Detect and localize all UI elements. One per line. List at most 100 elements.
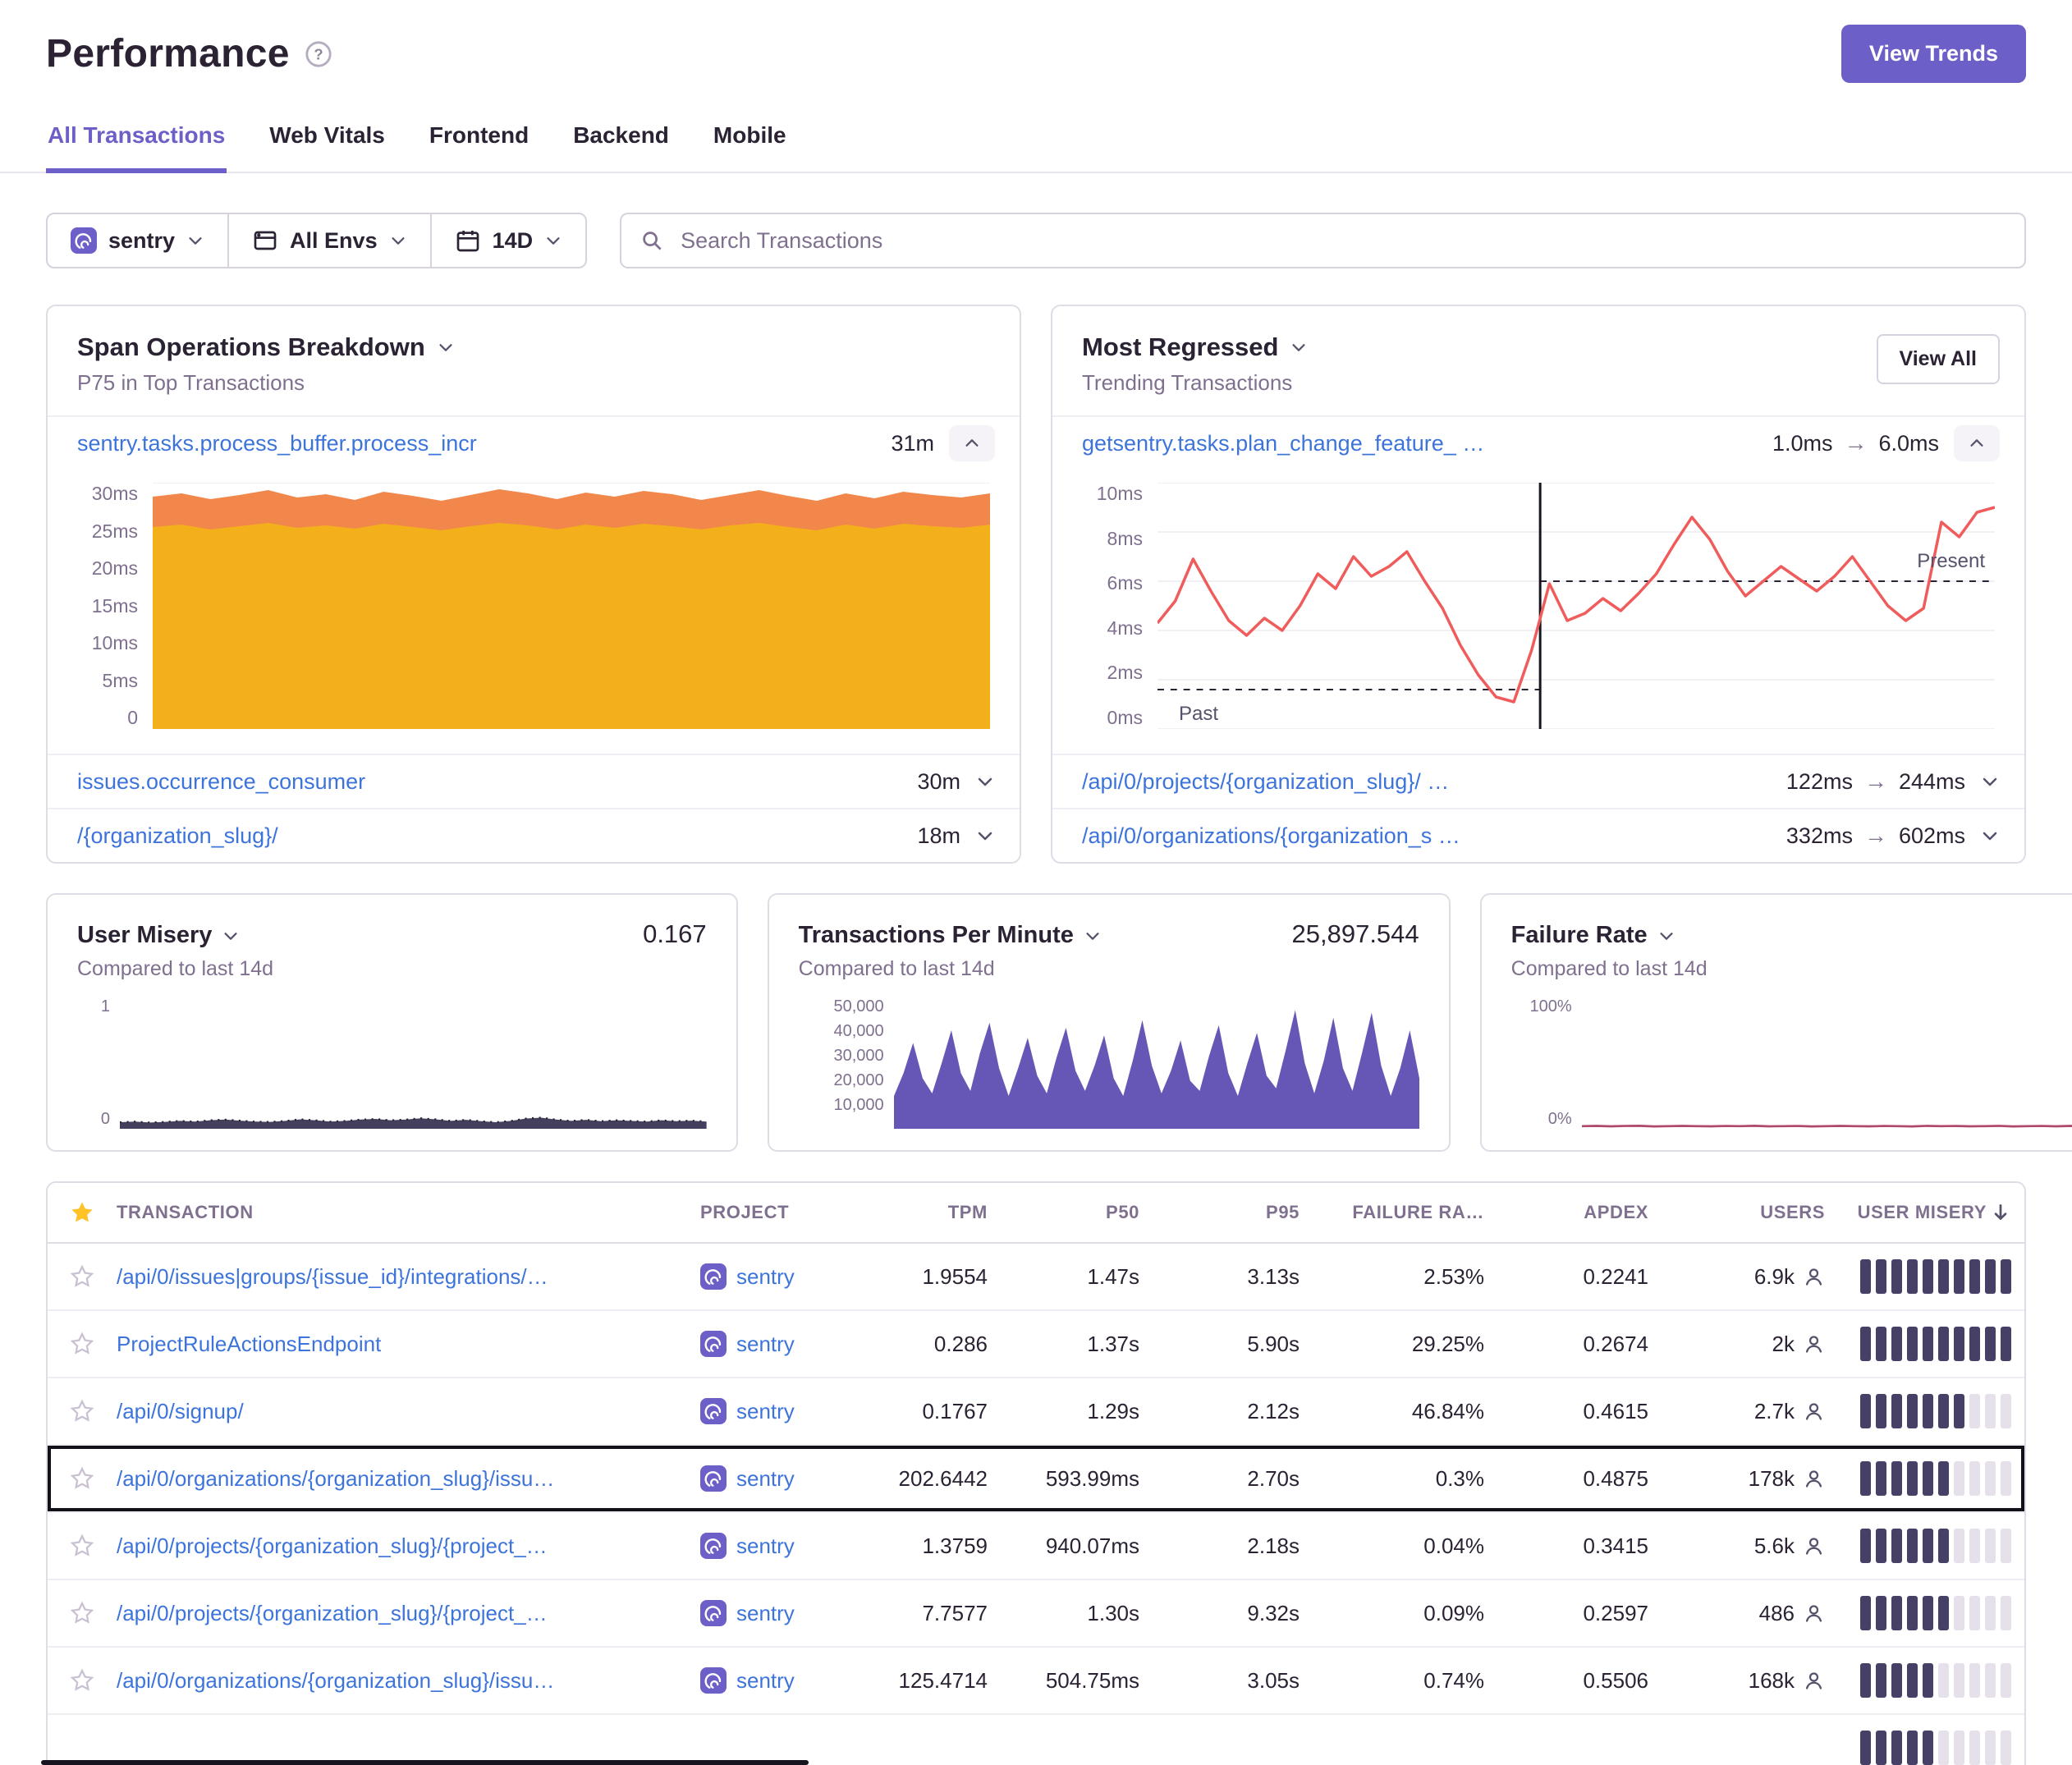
tab-bar: All Transactions Web Vitals Frontend Bac… [0, 108, 2072, 173]
p50-value: 940.07ms [996, 1533, 1148, 1559]
user-misery-title-dropdown[interactable]: User Misery [77, 922, 240, 949]
collapse-button[interactable] [1954, 425, 2000, 461]
most-regressed-title-dropdown[interactable]: Most Regressed [1082, 332, 1995, 362]
view-trends-button[interactable]: View Trends [1841, 25, 2026, 83]
help-icon[interactable]: ? [305, 40, 332, 68]
col-transaction[interactable]: TRANSACTION [117, 1202, 700, 1223]
regressed-transaction-link[interactable]: /api/0/organizations/{organization_s … [1082, 823, 1460, 849]
tab-web-vitals[interactable]: Web Vitals [268, 108, 387, 172]
span-ops-chart[interactable] [153, 483, 990, 729]
span-op-link[interactable]: /{organization_slug}/ [77, 823, 278, 849]
project-link[interactable]: sentry [736, 1332, 795, 1357]
failure-rate-title-dropdown[interactable]: Failure Rate [1511, 922, 1675, 949]
table-row[interactable]: ProjectRuleActionsEndpoint sentry 0.286 … [48, 1311, 2024, 1378]
favorite-star-icon[interactable] [70, 1332, 94, 1356]
col-p95[interactable]: P95 [1148, 1202, 1308, 1223]
user-misery-chart[interactable] [120, 997, 707, 1129]
collapse-button[interactable] [949, 425, 995, 461]
regressed-transaction-link[interactable]: /api/0/projects/{organization_slug}/ … [1082, 769, 1449, 795]
favorite-star-icon[interactable] [70, 1533, 94, 1558]
view-all-button[interactable]: View All [1877, 334, 2000, 384]
table-row[interactable]: /api/0/projects/{organization_slug}/{pro… [48, 1580, 2024, 1648]
page-filter-bar: sentry All Envs 14D [46, 213, 587, 268]
tpm-value: 125.4714 [873, 1668, 996, 1694]
regressed-transaction-link[interactable]: getsentry.tasks.plan_change_feature_ … [1082, 431, 1484, 456]
failure-rate-value: 29.25% [1308, 1332, 1492, 1357]
span-op-link[interactable]: sentry.tasks.process_buffer.process_incr [77, 431, 477, 456]
favorite-star-icon[interactable] [70, 1668, 94, 1693]
col-apdex[interactable]: APDEX [1492, 1202, 1657, 1223]
tab-all-transactions[interactable]: All Transactions [46, 108, 227, 173]
arrow-right-icon: → [1844, 430, 1867, 456]
transaction-link[interactable]: /api/0/organizations/{organization_slug}… [117, 1668, 554, 1694]
col-user-misery[interactable]: USER MISERY [1833, 1202, 2024, 1223]
table-row[interactable]: /api/0/organizations/{organization_slug}… [48, 1446, 2024, 1513]
project-link[interactable]: sentry [736, 1399, 795, 1424]
users-count: 486 [1759, 1601, 1795, 1626]
failure-rate-chart[interactable] [1582, 997, 2072, 1129]
table-row[interactable]: /api/0/signup/ sentry 0.1767 1.29s 2.12s… [48, 1378, 2024, 1446]
transactions-table: TRANSACTION PROJECT TPM P50 P95 FAILURE … [46, 1181, 2026, 1765]
chevron-up-icon [1968, 434, 1986, 452]
sentry-project-icon [700, 1398, 727, 1424]
apdex-value: 0.4875 [1492, 1466, 1657, 1492]
transaction-link[interactable]: /api/0/signup/ [117, 1399, 244, 1424]
most-regressed-chart[interactable] [1157, 483, 1995, 729]
chevron-down-icon[interactable] [1980, 826, 2000, 846]
user-misery-card: User Misery 0.167 Compared to last 14d 1… [46, 893, 738, 1152]
p95-value: 5.90s [1148, 1332, 1308, 1357]
chevron-down-icon[interactable] [975, 826, 995, 846]
table-header: TRANSACTION PROJECT TPM P50 P95 FAILURE … [48, 1183, 2024, 1244]
sentry-project-icon [700, 1600, 727, 1626]
table-row[interactable]: /api/0/organizations/{organization_slug}… [48, 1648, 2024, 1715]
users-count: 6.9k [1754, 1264, 1795, 1290]
apdex-value: 0.3415 [1492, 1533, 1657, 1559]
favorite-star-icon[interactable] [70, 1601, 94, 1625]
transaction-link[interactable]: /api/0/projects/{organization_slug}/{pro… [117, 1533, 548, 1559]
transaction-link[interactable]: ProjectRuleActionsEndpoint [117, 1332, 381, 1357]
project-link[interactable]: sentry [736, 1533, 795, 1559]
tab-mobile[interactable]: Mobile [712, 108, 788, 172]
user-icon [1803, 1670, 1825, 1692]
favorite-star-icon[interactable] [70, 1466, 94, 1491]
user-misery-value: 0.167 [643, 919, 707, 949]
col-p50[interactable]: P50 [996, 1202, 1148, 1223]
p50-value: 1.29s [996, 1399, 1148, 1424]
col-users[interactable]: USERS [1657, 1202, 1833, 1223]
date-range-filter[interactable]: 14D [430, 214, 586, 267]
sentry-project-icon [700, 1533, 727, 1559]
tab-frontend[interactable]: Frontend [428, 108, 530, 172]
transaction-link[interactable]: /api/0/issues|groups/{issue_id}/integrat… [117, 1264, 548, 1290]
table-row[interactable]: /api/0/issues|groups/{issue_id}/integrat… [48, 1244, 2024, 1311]
tpm-title-dropdown[interactable]: Transactions Per Minute [799, 922, 1102, 949]
table-row[interactable] [48, 1715, 2024, 1765]
project-link[interactable]: sentry [736, 1601, 795, 1626]
col-failure-rate[interactable]: FAILURE RA… [1308, 1202, 1492, 1223]
user-icon [1803, 1266, 1825, 1288]
col-favorites[interactable] [48, 1199, 117, 1226]
table-row[interactable]: /api/0/projects/{organization_slug}/{pro… [48, 1513, 2024, 1580]
project-filter[interactable]: sentry [48, 214, 227, 267]
span-ops-title-dropdown[interactable]: Span Operations Breakdown [77, 332, 990, 362]
favorite-star-icon[interactable] [70, 1264, 94, 1289]
span-ops-y-axis: 30ms25ms 20ms15ms 10ms5ms 0 [67, 483, 138, 729]
project-link[interactable]: sentry [736, 1466, 795, 1492]
chevron-down-icon[interactable] [1980, 772, 2000, 791]
favorite-star-icon[interactable] [70, 1399, 94, 1423]
span-op-link[interactable]: issues.occurrence_consumer [77, 769, 365, 795]
col-project[interactable]: PROJECT [700, 1202, 873, 1223]
tpm-chart[interactable] [894, 997, 1419, 1129]
sentry-project-icon [700, 1667, 727, 1694]
span-op-item: /{organization_slug}/ 18m [48, 808, 1020, 862]
environment-filter[interactable]: All Envs [227, 214, 430, 267]
transaction-link[interactable]: /api/0/projects/{organization_slug}/{pro… [117, 1601, 548, 1626]
project-link[interactable]: sentry [736, 1264, 795, 1290]
user-icon [1803, 1535, 1825, 1557]
chevron-down-icon[interactable] [975, 772, 995, 791]
transaction-link[interactable]: /api/0/organizations/{organization_slug}… [117, 1466, 554, 1492]
col-tpm[interactable]: TPM [873, 1202, 996, 1223]
horizontal-scrollbar-thumb[interactable] [41, 1760, 809, 1765]
project-link[interactable]: sentry [736, 1668, 795, 1694]
tab-backend[interactable]: Backend [571, 108, 671, 172]
search-input[interactable] [620, 213, 2026, 268]
